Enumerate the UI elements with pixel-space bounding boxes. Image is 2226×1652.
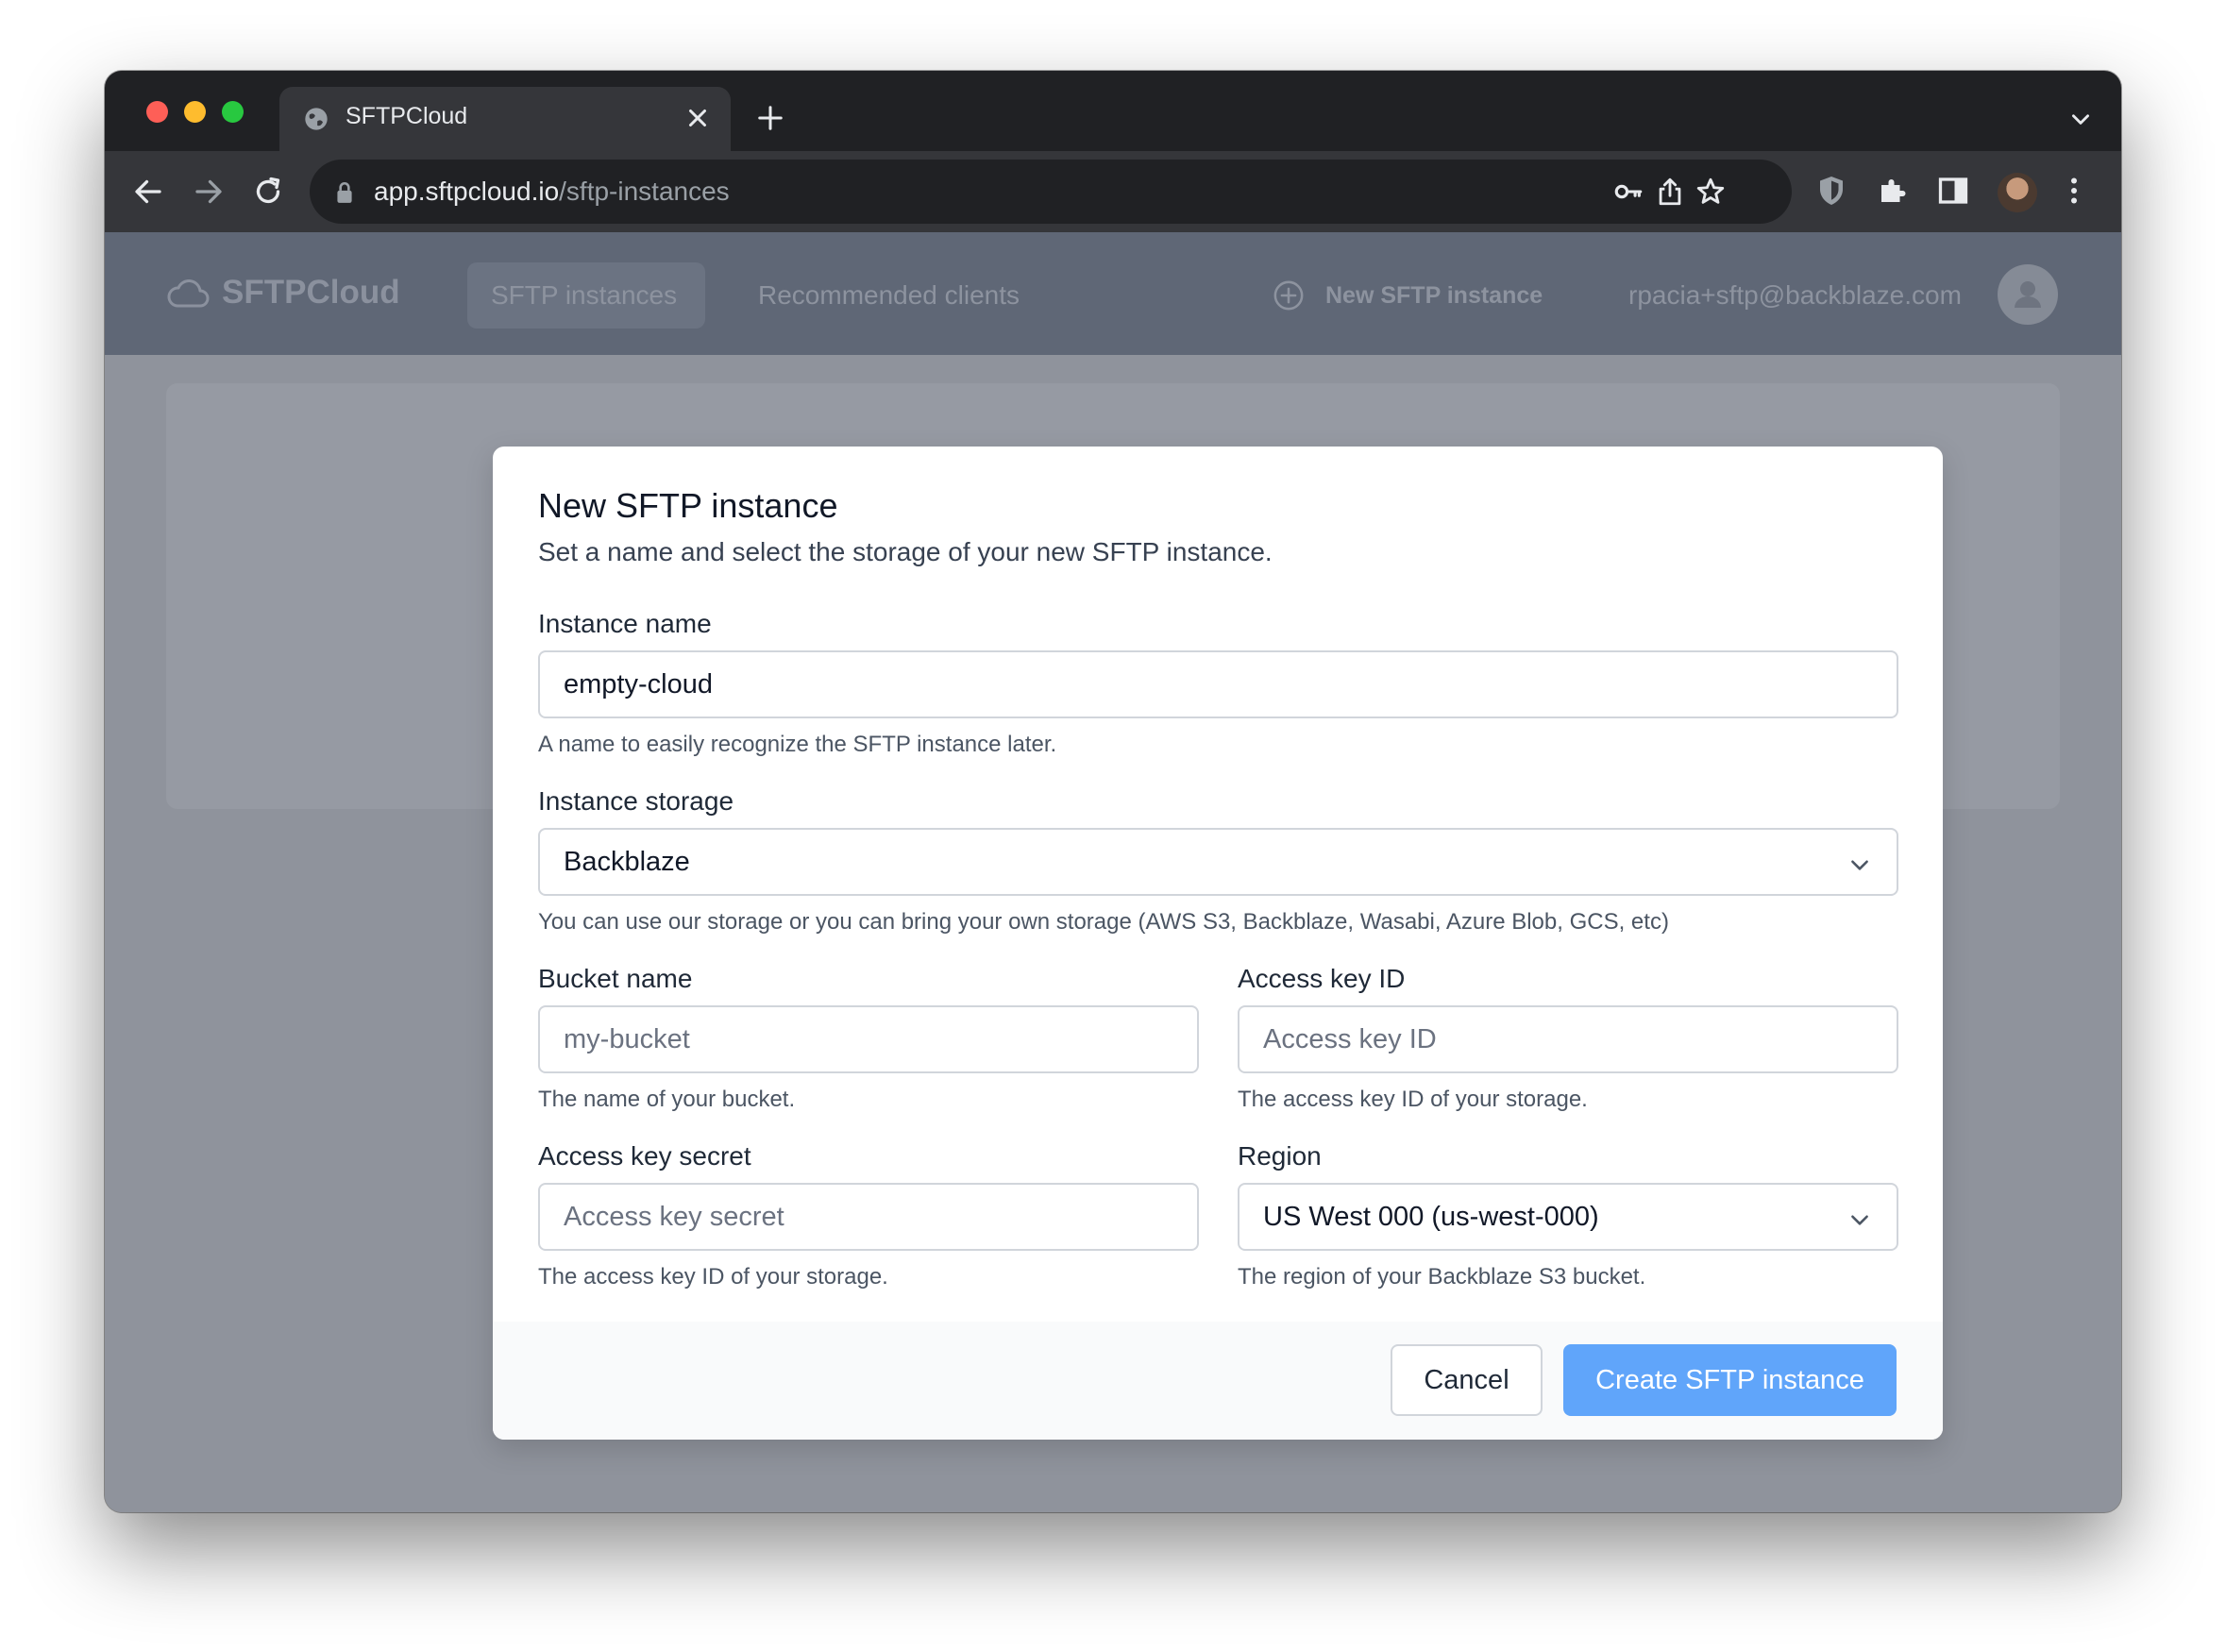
access-key-id-label: Access key ID — [1238, 964, 1406, 993]
browser-toolbar: app.sftpcloud.io/sftp-instances — [105, 151, 2121, 232]
new-instance-modal: New SFTP instance Set a name and select … — [493, 447, 1943, 1440]
access-key-secret-help: The access key ID of your storage. — [538, 1264, 888, 1290]
chevron-down-icon — [1851, 1215, 1868, 1225]
access-key-id-placeholder: Access key ID — [1263, 1024, 1437, 1054]
region-select[interactable]: US West 000 (us-west-000) — [1238, 1183, 1898, 1251]
region-label: Region — [1238, 1141, 1322, 1171]
share-icon[interactable] — [1654, 176, 1686, 208]
nav-item-recommended-clients[interactable]: Recommended clients — [758, 280, 1020, 311]
access-key-id-input[interactable]: Access key ID — [1238, 1005, 1898, 1073]
new-instance-link[interactable]: New SFTP instance — [1325, 282, 1543, 310]
new-tab-icon[interactable] — [756, 104, 784, 132]
star-icon[interactable] — [1695, 176, 1727, 208]
bucket-name-input[interactable]: my-bucket — [538, 1005, 1199, 1073]
create-instance-button[interactable]: Create SFTP instance — [1563, 1344, 1897, 1416]
close-tab-icon[interactable] — [683, 104, 712, 132]
close-window-button[interactable] — [146, 101, 168, 123]
modal-subtitle: Set a name and select the storage of you… — [538, 537, 1273, 566]
tab-search-chevron-icon[interactable] — [2068, 107, 2093, 131]
instance-storage-help: You can use our storage or you can bring… — [538, 909, 1669, 935]
url-text: app.sftpcloud.io/sftp-instances — [374, 177, 730, 206]
chevron-down-icon — [1851, 860, 1868, 870]
access-key-id-help: The access key ID of your storage. — [1238, 1087, 1588, 1112]
tab-bar: SFTPCloud — [105, 71, 2121, 151]
shield-extension-icon[interactable] — [1814, 174, 1848, 208]
nav-item-sftp-instances[interactable]: SFTP instances — [467, 262, 705, 329]
lock-icon[interactable] — [334, 180, 355, 205]
cancel-button[interactable]: Cancel — [1391, 1344, 1543, 1416]
cloud-logo-icon[interactable] — [166, 274, 210, 312]
user-icon — [2015, 281, 2041, 308]
minimize-window-button[interactable] — [184, 101, 206, 123]
user-avatar[interactable] — [1998, 264, 2058, 325]
bucket-name-help: The name of your bucket. — [538, 1087, 796, 1112]
instance-name-input[interactable]: empty-cloud — [538, 650, 1898, 718]
address-bar[interactable]: app.sftpcloud.io/sftp-instances — [310, 160, 1792, 224]
extensions-puzzle-icon[interactable] — [1876, 174, 1910, 208]
key-icon[interactable] — [1612, 176, 1644, 208]
plus-circle-icon[interactable] — [1273, 279, 1305, 312]
modal-footer: Cancel Create SFTP instance — [493, 1322, 1943, 1440]
bucket-name-label: Bucket name — [538, 964, 693, 993]
access-key-secret-label: Access key secret — [538, 1141, 751, 1171]
browser-window: SFTPCloud app.sftpcloud.io/sftp-instance… — [105, 71, 2121, 1512]
nav-item-label: SFTP instances — [491, 280, 678, 310]
brand-name[interactable]: SFTPCloud — [222, 274, 400, 312]
browser-tab[interactable]: SFTPCloud — [279, 87, 731, 151]
globe-icon — [305, 108, 328, 130]
tab-title: SFTPCloud — [346, 103, 468, 129]
instance-storage-label: Instance storage — [538, 786, 734, 816]
instance-name-help: A name to easily recognize the SFTP inst… — [538, 732, 1057, 757]
instance-storage-value: Backblaze — [564, 847, 690, 877]
maximize-window-button[interactable] — [222, 101, 244, 123]
access-key-secret-placeholder: Access key secret — [564, 1202, 784, 1232]
instance-storage-select[interactable]: Backblaze — [538, 828, 1898, 896]
modal-title: New SFTP instance — [538, 486, 838, 525]
region-value: US West 000 (us-west-000) — [1263, 1202, 1599, 1232]
profile-avatar[interactable] — [1998, 173, 2037, 212]
reload-icon[interactable] — [251, 175, 285, 209]
user-email[interactable]: rpacia+sftp@backblaze.com — [1628, 280, 1962, 311]
instance-name-value: empty-cloud — [564, 669, 713, 700]
region-help: The region of your Backblaze S3 bucket. — [1238, 1264, 1646, 1290]
instance-name-label: Instance name — [538, 609, 712, 638]
side-panel-icon[interactable] — [1936, 174, 1970, 208]
more-menu-icon[interactable] — [2057, 174, 2091, 208]
back-arrow-icon[interactable] — [131, 175, 165, 209]
bucket-name-placeholder: my-bucket — [564, 1024, 690, 1054]
app-navbar: SFTPCloud SFTP instances Recommended cli… — [105, 232, 2121, 355]
forward-arrow-icon[interactable] — [192, 175, 226, 209]
access-key-secret-input[interactable]: Access key secret — [538, 1183, 1199, 1251]
